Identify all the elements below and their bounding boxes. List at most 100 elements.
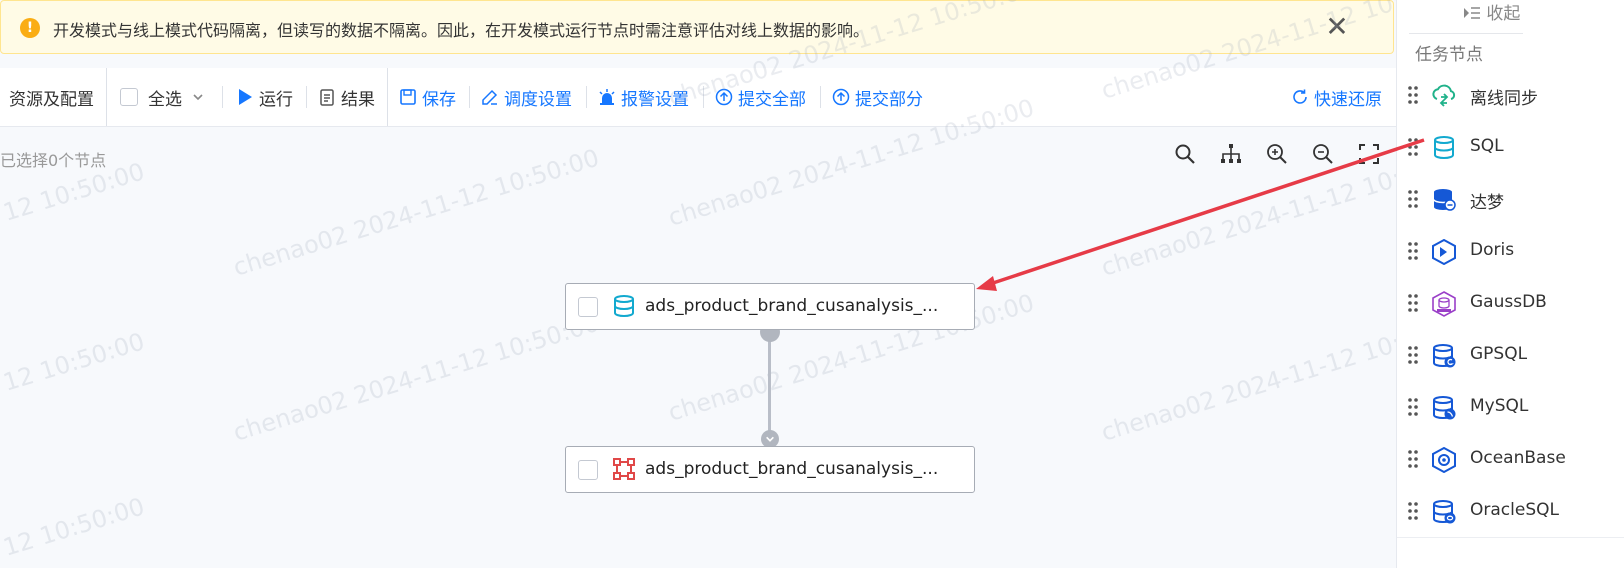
quick-restore-label: 快速还原: [1314, 89, 1382, 110]
upload-circle-icon: [715, 88, 733, 106]
toolbar-divider: [387, 68, 388, 126]
sidebar-item-label: Doris: [1470, 240, 1515, 260]
node-label: ads_product_brand_cusanalysis_...: [645, 296, 939, 316]
task-node-sidebar: 收起 任务节点 离线同步 SQL 达梦 Doris GaussDB GPSQL …: [1396, 0, 1624, 568]
sidebar-item-label: SQL: [1470, 136, 1504, 156]
drag-handle-icon: [1408, 294, 1418, 312]
node-checkbox[interactable]: [578, 297, 598, 317]
toolbar-divider: [306, 86, 307, 108]
schedule-settings-label: 调度设置: [504, 89, 572, 110]
alarm-settings-button[interactable]: 报警设置: [598, 68, 689, 126]
run-button[interactable]: 运行: [236, 68, 293, 126]
close-icon[interactable]: ✕: [1323, 13, 1351, 41]
drag-handle-icon: [1408, 346, 1418, 364]
main-area: ! 开发模式与线上模式代码隔离，但读写的数据不隔离。因此，在开发模式运行节点时需…: [0, 0, 1396, 568]
sidebar-item-label: 达梦: [1470, 193, 1504, 213]
submit-all-button[interactable]: 提交全部: [715, 68, 806, 126]
sidebar-item-label: GPSQL: [1470, 344, 1528, 364]
result-label: 结果: [341, 89, 375, 110]
sidebar-item-mysql[interactable]: MySQL: [1397, 381, 1624, 434]
sidebar-item-label: OracleSQL: [1470, 500, 1559, 520]
resources-icon: [0, 88, 4, 106]
oraclesql-icon: [1433, 500, 1456, 524]
sidebar-item-dameng[interactable]: 达梦: [1397, 173, 1624, 226]
sidebar-item-label: MySQL: [1470, 396, 1529, 416]
oceanbase-icon: [1432, 447, 1456, 473]
collapse-button[interactable]: 收起: [1463, 0, 1520, 24]
gpsql-icon: [1433, 344, 1456, 368]
edit-icon: [482, 89, 498, 105]
drag-handle-icon: [1408, 190, 1418, 208]
alarm-light-icon: [599, 89, 615, 105]
toolbar-divider: [222, 86, 223, 108]
drag-handle-icon: [1408, 502, 1418, 520]
refresh-icon: [1293, 89, 1307, 104]
sidebar-item-label: GaussDB: [1470, 292, 1547, 312]
zoom-in-icon[interactable]: [1265, 142, 1289, 166]
hierarchy-layout-icon[interactable]: [1219, 142, 1243, 166]
save-button[interactable]: 保存: [399, 68, 456, 126]
resources-label: 资源及配置: [9, 89, 94, 110]
select-all-label: 全选: [148, 89, 182, 110]
document-icon: [320, 89, 334, 106]
sidebar-item-label: OceanBase: [1470, 448, 1566, 468]
dag-node-virtual[interactable]: ads_product_brand_cusanalysis_...: [565, 446, 975, 493]
dag-node-sql[interactable]: ads_product_brand_cusanalysis_...: [565, 283, 975, 330]
schedule-settings-button[interactable]: 调度设置: [481, 68, 572, 126]
sidebar-item-gpsql[interactable]: GPSQL: [1397, 329, 1624, 382]
toolbar-divider: [469, 86, 470, 108]
node-frame-icon: [613, 458, 635, 480]
save-icon: [400, 89, 416, 105]
drag-handle-icon: [1408, 86, 1418, 104]
sidebar-item-oraclesql[interactable]: OracleSQL: [1397, 485, 1624, 538]
warning-icon: !: [20, 18, 40, 38]
save-label: 保存: [422, 89, 456, 110]
node-checkbox[interactable]: [578, 460, 598, 480]
chevron-down-icon: [766, 436, 774, 442]
submit-all-label: 提交全部: [738, 89, 806, 110]
fullscreen-icon[interactable]: [1357, 142, 1381, 166]
toolbar: 资源及配置 全选 运行 结果 保存 调度设置 报警设置 提交全部 提交部分 快速…: [0, 68, 1396, 127]
cloud-sync-icon: [1432, 84, 1456, 107]
select-all-dropdown[interactable]: 全选: [120, 68, 204, 126]
sidebar-title: 任务节点: [1415, 45, 1483, 65]
database-icon: [614, 295, 634, 317]
sidebar-item-gaussdb[interactable]: GaussDB: [1397, 277, 1624, 330]
gaussdb-icon: [1432, 291, 1456, 317]
search-icon[interactable]: [1173, 142, 1197, 166]
zoom-out-icon[interactable]: [1311, 142, 1335, 166]
upload-circle-icon: [832, 88, 850, 106]
collapse-icon: [1464, 7, 1480, 19]
sidebar-item-oceanbase[interactable]: OceanBase: [1397, 433, 1624, 486]
toolbar-divider: [106, 68, 107, 126]
drag-handle-icon: [1408, 138, 1418, 156]
sidebar-item-label: 离线同步: [1470, 89, 1538, 109]
toolbar-divider: [820, 86, 821, 108]
toolbar-divider: [586, 86, 587, 108]
drag-handle-icon: [1408, 242, 1418, 260]
warning-banner: ! 开发模式与线上模式代码隔离，但读写的数据不隔离。因此，在开发模式运行节点时需…: [0, 0, 1394, 54]
doris-icon: [1432, 239, 1456, 265]
chevron-down-icon: [193, 94, 203, 101]
sidebar-item-doris[interactable]: Doris: [1397, 225, 1624, 278]
result-button[interactable]: 结果: [318, 68, 375, 126]
sql-db-icon: [1434, 136, 1454, 159]
selected-count: 已选择0个节点: [0, 151, 107, 170]
sidebar-item-offline-sync[interactable]: 离线同步: [1397, 69, 1624, 122]
drag-handle-icon: [1408, 398, 1418, 416]
dag-edge: [768, 332, 771, 438]
node-label: ads_product_brand_cusanalysis_...: [645, 459, 939, 479]
select-all-checkbox[interactable]: [120, 88, 138, 106]
mysql-icon: [1433, 396, 1456, 420]
alarm-settings-label: 报警设置: [621, 89, 689, 110]
drag-handle-icon: [1408, 450, 1418, 468]
dag-canvas[interactable]: [0, 127, 1396, 568]
banner-text: 开发模式与线上模式代码隔离，但读写的数据不隔离。因此，在开发模式运行节点时需注意…: [53, 21, 870, 40]
resources-button[interactable]: 资源及配置: [0, 68, 94, 126]
quick-restore-button[interactable]: 快速还原: [1291, 68, 1382, 126]
sidebar-item-sql[interactable]: SQL: [1397, 121, 1624, 174]
play-icon: [239, 89, 252, 105]
submit-part-button[interactable]: 提交部分: [832, 68, 923, 126]
toolbar-divider: [703, 86, 704, 108]
sidebar-divider: [1409, 33, 1523, 34]
